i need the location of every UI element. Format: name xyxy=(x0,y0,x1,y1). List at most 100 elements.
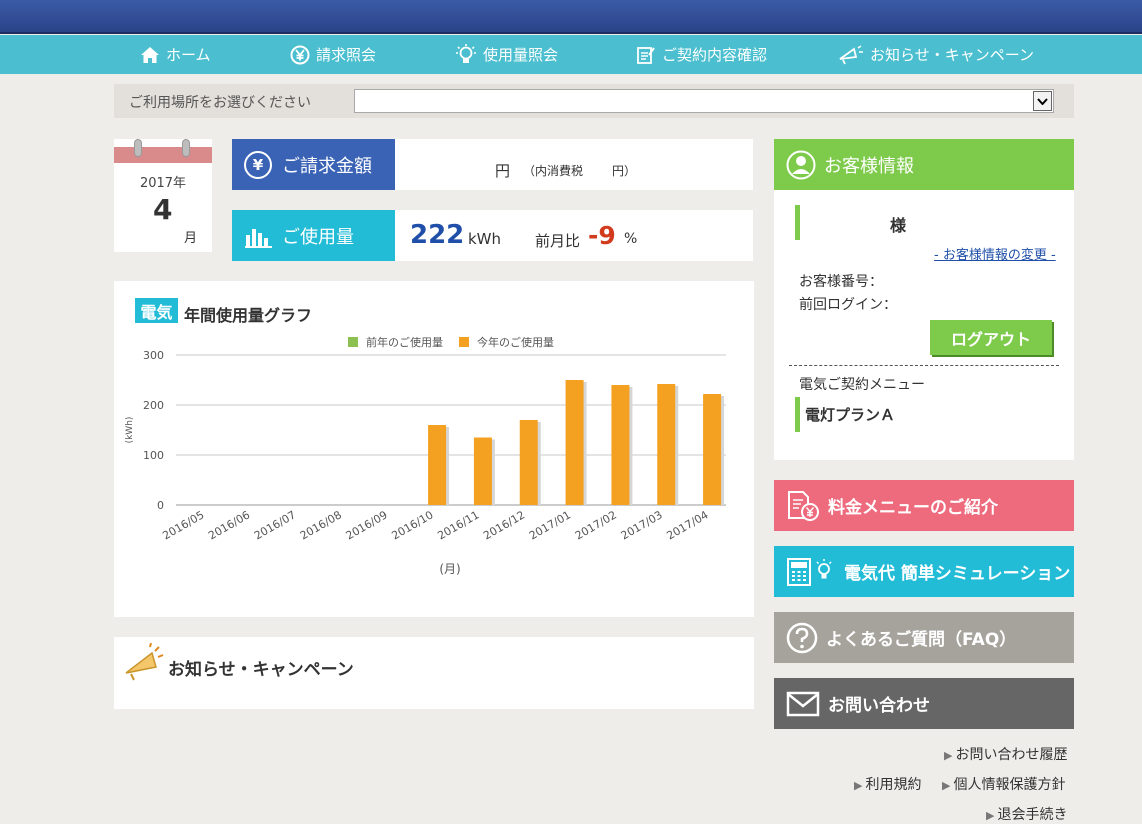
y-tick-label: 200 xyxy=(143,399,164,412)
calendar-month: 4 xyxy=(153,193,173,226)
triangle-icon: ▶ xyxy=(944,749,953,762)
divider xyxy=(789,365,1059,366)
logout-button-label: ログアウト xyxy=(950,329,1031,349)
triangle-icon: ▶ xyxy=(854,779,863,792)
bar-chart-icon xyxy=(245,228,272,248)
rate-menu-label: 料金メニューのご紹介 xyxy=(828,498,998,518)
rate-menu-button[interactable]: 料金メニューのご紹介 xyxy=(774,480,1074,531)
terms-link[interactable]: ▶ 利用規約 xyxy=(854,774,921,794)
usage-title: ご使用量 xyxy=(282,226,354,248)
faq-button[interactable]: よくあるご質問（FAQ） xyxy=(774,612,1074,663)
contract-menu-label: 電気ご契約メニュー xyxy=(799,377,925,393)
nav-home[interactable]: ホーム xyxy=(140,35,211,74)
y-axis-label: (kWh) xyxy=(125,417,135,444)
x-axis-label: (月) xyxy=(439,562,460,576)
bar-2016-10 xyxy=(428,425,447,505)
withdraw-link[interactable]: ▶ 退会手続き xyxy=(986,804,1067,824)
bar-2017-03 xyxy=(657,384,676,505)
main-nav: ホーム 請求照会 使用量照会 ご契約内容確認 お知らせ・キャンペーン xyxy=(0,35,1142,74)
simulation-button[interactable]: 電気代 簡単シミュレーション xyxy=(774,546,1074,597)
plan-accent-bar xyxy=(795,397,800,432)
billing-header: ¥ ご請求金額 xyxy=(232,139,395,190)
terms-label: 利用規約 xyxy=(865,777,922,793)
withdraw-label: 退会手続き xyxy=(997,807,1068,823)
user-icon xyxy=(786,150,816,179)
x-tick-label: 2016/05 xyxy=(160,508,206,542)
x-tick-label: 2016/08 xyxy=(298,508,344,542)
annual-usage-graph-card: 電気 年間使用量グラフ 0 100 200 300 (kWh) (月) 2016/05 201… xyxy=(114,281,754,617)
nav-billing[interactable]: 請求照会 xyxy=(290,35,376,74)
x-tick-label: 2017/02 xyxy=(573,508,619,542)
annual-usage-chart: 0100200300(kWh)(月)2016/05 2016/06 2016/07 2… xyxy=(125,335,726,576)
chevron-down-icon[interactable] xyxy=(1033,91,1052,111)
x-tick-label: 2016/11 xyxy=(435,508,481,542)
bulb-icon xyxy=(456,43,476,63)
billing-tax-label: （内消費税 xyxy=(523,164,584,178)
x-tick-label: 2017/01 xyxy=(527,508,573,542)
y-tick-label: 300 xyxy=(143,349,164,362)
y-tick-label: 0 xyxy=(157,499,164,512)
usage-header: ご使用量 xyxy=(232,210,395,261)
nav-news-label: お知らせ・キャンペーン xyxy=(870,46,1034,64)
contract-plan: 電灯プランＡ xyxy=(805,406,896,424)
last-login-label: 前回ログイン： xyxy=(799,297,897,313)
triangle-icon: ▶ xyxy=(986,809,995,822)
nav-home-label: ホーム xyxy=(166,46,211,64)
calculator-bulb-icon xyxy=(787,557,832,586)
nav-billing-label: 請求照会 xyxy=(316,46,377,64)
legend-swatch xyxy=(459,337,469,347)
compare-unit: % xyxy=(624,231,638,247)
contact-history-link[interactable]: ▶ お問い合わせ履歴 xyxy=(944,744,1067,764)
contact-button[interactable]: お問い合わせ xyxy=(774,678,1074,729)
change-customer-info-link[interactable]: - お客様情報の変更 - xyxy=(934,244,1056,263)
logout-button[interactable]: ログアウト xyxy=(930,320,1052,355)
billing-summary: ¥ ご請求金額 円 （内消費税 円） xyxy=(232,139,753,190)
legend-swatch xyxy=(348,337,358,347)
location-selector-bar: ご利用場所をお選びください xyxy=(114,84,1074,118)
top-header-bar xyxy=(0,0,1142,34)
yen-icon xyxy=(290,45,310,64)
simulation-label: 電気代 簡単シミュレーション xyxy=(844,564,1071,584)
contact-label: お問い合わせ xyxy=(828,696,930,716)
y-tick-label: 100 xyxy=(143,449,164,462)
megaphone-icon xyxy=(839,44,863,64)
calendar-month-unit: 月 xyxy=(184,231,198,246)
bar-2017-04 xyxy=(703,394,722,505)
legend-label: 前年のご使用量 xyxy=(366,335,443,349)
bar-2016-11 xyxy=(473,437,492,505)
calendar-year: 2017年 xyxy=(139,176,187,191)
usage-value: 222 xyxy=(410,220,465,250)
triangle-icon: ▶ xyxy=(942,779,951,792)
name-accent-bar xyxy=(795,205,800,240)
privacy-link[interactable]: ▶ 個人情報保護方針 xyxy=(942,774,1065,794)
x-tick-label: 2016/10 xyxy=(390,508,436,542)
news-card: お知らせ・キャンペーン xyxy=(114,637,754,709)
privacy-label: 個人情報保護方針 xyxy=(953,777,1066,793)
nav-contract[interactable]: ご契約内容確認 xyxy=(636,35,767,74)
yen-icon: ¥ xyxy=(244,150,272,179)
usage-unit: kWh xyxy=(468,230,502,248)
location-select[interactable] xyxy=(354,89,1054,113)
customer-header: お客様情報 xyxy=(774,139,1074,190)
customer-title: お客様情報 xyxy=(824,155,914,177)
x-tick-label: 2016/07 xyxy=(252,508,298,542)
nav-news[interactable]: お知らせ・キャンペーン xyxy=(838,35,1034,74)
customer-info-card: お客様情報 様 - お客様情報の変更 - お客様番号： 前回ログイン： ログアウ… xyxy=(774,139,1074,460)
question-icon xyxy=(786,622,818,653)
bar-2017-02 xyxy=(611,385,630,505)
billing-title: ご請求金額 xyxy=(282,155,372,177)
legend-label: 今年のご使用量 xyxy=(477,335,554,349)
calendar-header-band xyxy=(114,147,212,163)
x-tick-label: 2016/06 xyxy=(206,508,252,542)
compare-label: 前月比 xyxy=(535,232,581,250)
contact-history-label: お問い合わせ履歴 xyxy=(955,747,1068,763)
mail-icon xyxy=(786,691,820,716)
bar-2016-12 xyxy=(519,420,538,505)
calendar-ring xyxy=(182,139,190,157)
x-tick-label: 2016/09 xyxy=(344,508,390,542)
compare-value: -9 xyxy=(588,221,616,250)
nav-usage[interactable]: 使用量照会 xyxy=(455,35,558,74)
customer-name-suffix: 様 xyxy=(890,216,907,235)
document-icon xyxy=(637,46,655,64)
x-tick-label: 2017/04 xyxy=(665,508,711,542)
